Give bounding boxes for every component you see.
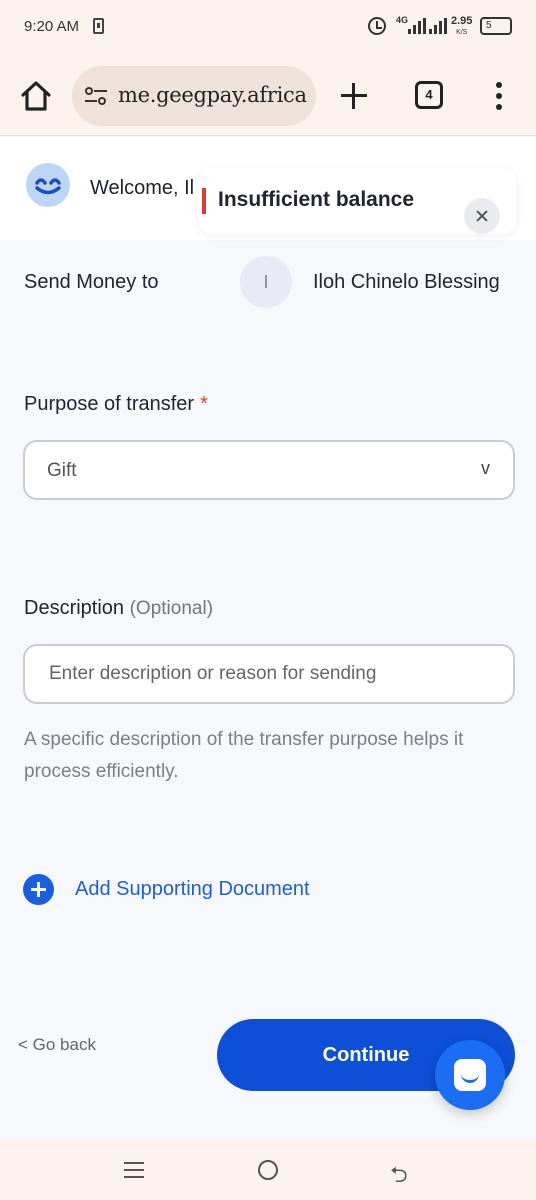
battery-icon: 5 xyxy=(480,17,512,35)
description-label: Description (Optional) xyxy=(24,597,213,620)
tab-switcher-button[interactable]: 4 xyxy=(415,81,443,109)
toast-error-indicator xyxy=(202,188,206,214)
recipient-avatar: I xyxy=(240,256,292,308)
chat-support-button[interactable] xyxy=(435,1040,505,1110)
recent-apps-icon[interactable] xyxy=(124,1160,144,1180)
app-logo xyxy=(26,163,70,207)
welcome-text: Welcome, Il xyxy=(90,177,195,199)
system-nav-bar: ⮌ xyxy=(0,1140,536,1200)
signal-icon xyxy=(408,18,426,34)
network-speed: 2.95 K/S xyxy=(451,16,472,38)
purpose-label: Purpose of transfer * xyxy=(24,393,208,416)
smile-logo-icon xyxy=(35,178,61,195)
optional-tag: (Optional) xyxy=(129,598,214,619)
site-settings-icon[interactable] xyxy=(84,86,108,106)
description-helper-text: A specific description of the transfer p… xyxy=(24,729,464,782)
description-input[interactable] xyxy=(23,644,515,704)
recipient-name: Iloh Chinelo Blessing xyxy=(313,271,500,293)
speed-unit: K/S xyxy=(456,29,468,36)
browser-menu-button[interactable] xyxy=(494,82,504,110)
home-button[interactable] xyxy=(18,78,54,114)
toast-close-button[interactable] xyxy=(464,198,500,234)
signal-icon-2 xyxy=(429,18,447,34)
purpose-selected-value: Gift xyxy=(47,460,77,481)
toast-message: Insufficient balance xyxy=(218,188,415,211)
chevron-down-icon: v xyxy=(481,458,490,478)
browser-toolbar: me.geegpay.africa 4 xyxy=(0,56,536,136)
new-tab-button[interactable] xyxy=(338,80,370,112)
plus-circle-icon xyxy=(23,873,54,905)
status-time: 9:20 AM xyxy=(24,18,80,35)
add-supporting-document-button[interactable]: Add Supporting Document xyxy=(23,872,310,906)
description-label-text: Description xyxy=(24,597,125,619)
url-text: me.geegpay.africa xyxy=(118,83,307,107)
home-icon xyxy=(21,81,51,111)
alarm-icon xyxy=(368,17,386,35)
home-nav-icon[interactable] xyxy=(258,1160,278,1180)
back-nav-icon[interactable]: ⮌ xyxy=(390,1158,408,1196)
required-marker: * xyxy=(200,393,208,415)
sim-card-icon xyxy=(93,18,104,34)
network-type: 4G xyxy=(396,15,409,25)
go-back-link[interactable]: < Go back xyxy=(18,1035,96,1055)
purpose-label-text: Purpose of transfer xyxy=(24,393,195,415)
send-money-label: Send Money to xyxy=(24,271,159,293)
speed-value: 2.95 xyxy=(451,15,473,27)
purpose-select[interactable]: Gift v xyxy=(23,440,515,500)
address-bar[interactable]: me.geegpay.africa xyxy=(72,66,316,126)
status-bar: 9:20 AM 4G 2.95 K/S 5 xyxy=(0,0,536,56)
add-document-label: Add Supporting Document xyxy=(75,877,310,900)
error-toast: Insufficient balance xyxy=(198,168,516,234)
